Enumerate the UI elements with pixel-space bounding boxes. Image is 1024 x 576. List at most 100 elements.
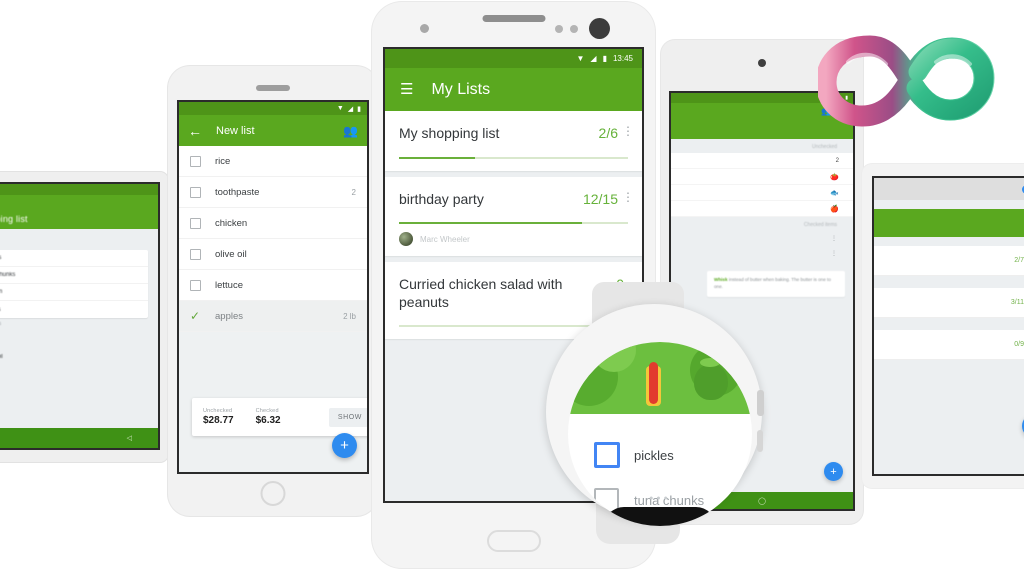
- list-item-label: lettuce: [215, 279, 243, 291]
- list-item-checked[interactable]: ✓ eggs: [0, 331, 148, 348]
- checkbox-icon[interactable]: [190, 155, 201, 167]
- list-row[interactable]: 3/11 ⋮: [874, 288, 1024, 318]
- list-item-quantity: 2: [351, 187, 356, 197]
- app-bar: ← New list 👥: [179, 115, 367, 146]
- screen-left-tablet: My shopping list Unchecked pickles tuna …: [0, 182, 160, 450]
- tomato-icon: 🍅: [830, 173, 839, 181]
- list-item[interactable]: pickles: [0, 250, 148, 267]
- list-owner-name: Marc Wheeler: [420, 234, 470, 244]
- earpiece-speaker: [256, 85, 290, 91]
- watch-hero-image: [568, 342, 752, 414]
- watch-side-button[interactable]: [757, 430, 763, 452]
- list-item[interactable]: lettuce: [179, 270, 367, 301]
- list-item-label: pickles: [0, 255, 1, 261]
- list-item-label: apples: [0, 307, 1, 313]
- checkbox-icon[interactable]: [190, 217, 201, 229]
- plus-icon: +: [340, 437, 349, 454]
- item-marker-icon: ⋮: [831, 251, 837, 257]
- screen-far-right-tablet: 2/7 ⋮ 3/11 ⋮ 0/9 ⋮ +: [872, 176, 1024, 476]
- list-item[interactable]: salmon: [0, 284, 148, 301]
- page-indicator: ●●●: [649, 495, 671, 502]
- list-card-header: My shopping list 2/6 ⋮: [399, 125, 634, 143]
- list-row[interactable]: 2/7 ⋮: [874, 246, 1024, 276]
- list-card[interactable]: birthday party 12/15 ⋮ Marc Wheeler: [385, 176, 642, 256]
- screen-phone-new-list: ▼ ◢ ▮ ← New list 👥 rice toothpaste 2 chi…: [177, 100, 369, 474]
- checkbox-icon[interactable]: [190, 186, 201, 198]
- battery-icon: ▮: [602, 54, 607, 63]
- show-button[interactable]: SHOW: [328, 407, 367, 427]
- device-smartwatch: pickles tuna chunks ●●●: [540, 282, 764, 544]
- app-bar: [874, 209, 1024, 237]
- list-item-label: tuna chunks: [0, 272, 16, 278]
- list-item-label: salmon: [0, 289, 2, 295]
- list-item[interactable]: toothpaste 2: [179, 177, 367, 208]
- section-label-checked: Checked items: [0, 321, 148, 327]
- watch-case: pickles tuna chunks ●●●: [546, 304, 764, 526]
- status-bar-clock: 13:45: [612, 54, 633, 63]
- signal-icon: ◢: [590, 54, 597, 63]
- list-item[interactable]: rice: [179, 146, 367, 177]
- battery-icon: ▮: [357, 105, 361, 113]
- list-item[interactable]: 🐟: [671, 185, 853, 201]
- list-item[interactable]: 2: [671, 153, 853, 169]
- list-item[interactable]: 🍎: [671, 201, 853, 217]
- list-item-quantity: 2 lb: [343, 311, 356, 321]
- strawberry-icon: [694, 364, 728, 400]
- home-button[interactable]: [260, 481, 286, 506]
- status-bar: ▼ ◢ ▮: [179, 102, 367, 115]
- list-item-label: chicken: [215, 217, 248, 229]
- checked-total-label: Checked: [255, 408, 279, 414]
- list-item[interactable]: tuna chunks: [0, 267, 148, 284]
- list-item-checked[interactable]: ⋮: [671, 231, 853, 246]
- list-item-label: apples: [215, 310, 243, 322]
- add-item-fab[interactable]: +: [332, 433, 357, 458]
- list-item-label: rice: [215, 155, 231, 167]
- list-item[interactable]: olive oil: [179, 239, 367, 270]
- watch-list-item-selected[interactable]: pickles: [594, 442, 674, 468]
- people-share-icon[interactable]: 👥: [343, 124, 358, 138]
- list-progress-count: 2/7: [1014, 257, 1024, 264]
- list-name: birthday party: [399, 190, 484, 207]
- list-row[interactable]: 0/9 ⋮: [874, 330, 1024, 360]
- list-item[interactable]: 🍅: [671, 169, 853, 185]
- checkbox-icon[interactable]: [594, 442, 620, 468]
- add-item-fab[interactable]: +: [824, 462, 843, 481]
- leaf-icon: [700, 358, 720, 367]
- list-card[interactable]: My shopping list 2/6 ⋮: [385, 111, 642, 171]
- overflow-menu-icon[interactable]: ⋮: [622, 125, 634, 137]
- hotdog-icon: [646, 362, 661, 406]
- back-nav-icon[interactable]: ◁: [127, 434, 132, 442]
- hamburger-menu-icon[interactable]: ☰: [400, 82, 413, 97]
- unchecked-total-value: $28.77: [203, 415, 234, 426]
- list-item-checked[interactable]: ⋮: [671, 246, 853, 261]
- sensor-dot: [570, 25, 578, 33]
- signal-icon: ◢: [347, 105, 354, 113]
- watch-crown[interactable]: [757, 390, 764, 416]
- list-item-label: toothpaste: [215, 186, 260, 198]
- device-left-tablet: My shopping list Unchecked pickles tuna …: [0, 172, 168, 462]
- avatar: [399, 232, 413, 246]
- home-button[interactable]: [486, 530, 541, 552]
- wifi-icon: ▼: [576, 54, 585, 63]
- status-bar: [0, 184, 158, 195]
- list-item[interactable]: chicken: [179, 208, 367, 239]
- item-marker-icon: ⋮: [831, 236, 837, 242]
- list-item[interactable]: apples: [0, 301, 148, 318]
- list-name: My shopping list: [399, 125, 500, 141]
- earpiece-speaker: [482, 15, 545, 22]
- back-arrow-icon[interactable]: ←: [188, 123, 202, 139]
- status-bar: ▼ ◢ ▮ 13:45: [385, 49, 642, 68]
- checkbox-icon[interactable]: [190, 248, 201, 260]
- app-bar: My shopping list: [0, 195, 158, 229]
- price-summary-card: Unchecked $28.77 Checked $6.32 SHOW: [192, 398, 367, 436]
- checkbox-icon[interactable]: [190, 279, 201, 291]
- nav-bar: ◁: [0, 428, 158, 448]
- front-camera: [589, 18, 610, 39]
- sensor-dot: [555, 25, 563, 33]
- list-owner: Marc Wheeler: [399, 224, 628, 256]
- list-item-checked[interactable]: ✓ apples 2 lb: [179, 301, 367, 332]
- list-body: Unchecked pickles tuna chunks salmon: [0, 229, 158, 365]
- list-item-checked[interactable]: ✓ olive oil: [0, 348, 148, 365]
- unchecked-total: Unchecked $28.77: [203, 408, 234, 426]
- overflow-menu-icon[interactable]: ⋮: [622, 191, 634, 203]
